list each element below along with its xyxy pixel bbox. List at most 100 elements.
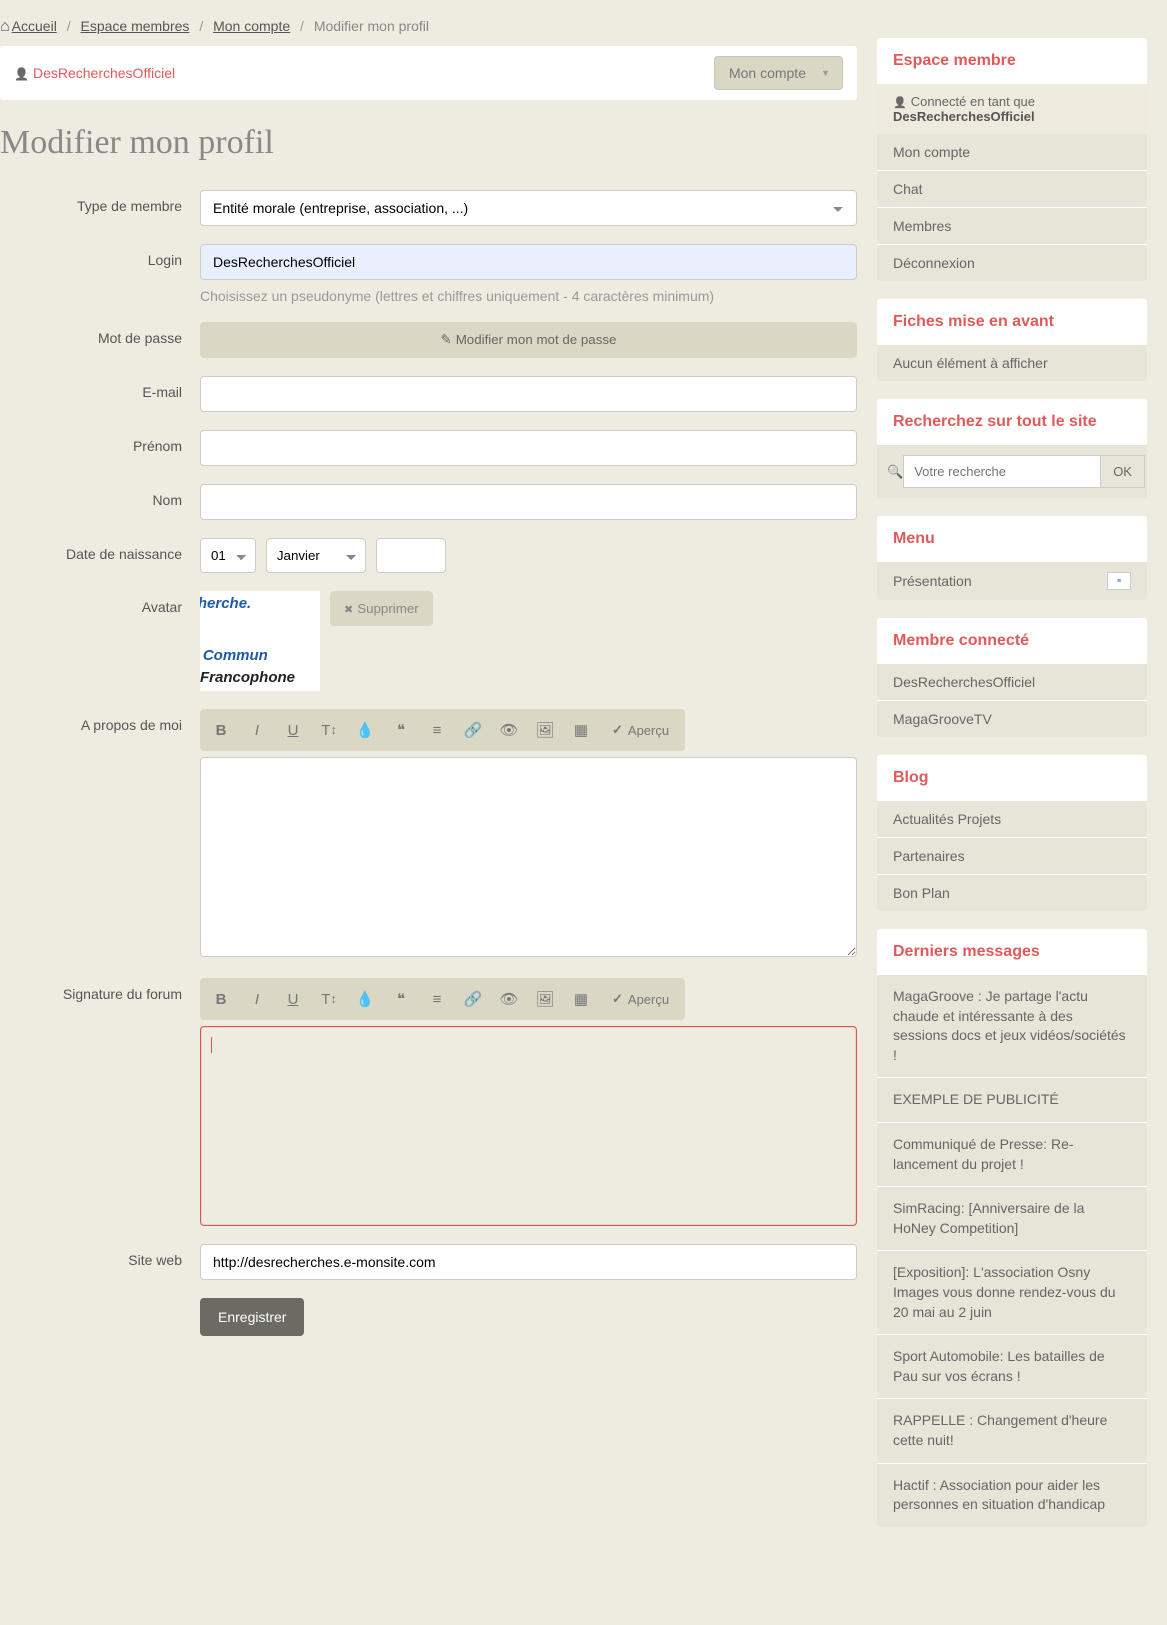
birth-day-select[interactable]: 01 xyxy=(200,538,256,573)
birth-year-input[interactable] xyxy=(376,538,446,573)
message-item[interactable]: Sport Automobile: Les batailles de Pau s… xyxy=(877,1335,1147,1399)
menu-badge-icon: ≡ xyxy=(1107,572,1131,590)
blog-title: Blog xyxy=(877,755,1147,801)
quote-button[interactable]: ❝ xyxy=(384,713,418,747)
align-button[interactable]: ≡ xyxy=(420,982,454,1016)
link-button[interactable]: 🔗 xyxy=(456,713,490,747)
sidebar-item-logout[interactable]: Déconnexion xyxy=(877,245,1147,281)
bold-button[interactable]: B xyxy=(204,982,238,1016)
breadcrumb-home[interactable]: Accueil xyxy=(12,18,57,34)
espace-membre-panel: Espace membre Connecté en tant que DesRe… xyxy=(877,38,1147,281)
image-button[interactable]: 🖼 xyxy=(528,982,562,1016)
signature-label: Signature du forum xyxy=(0,978,200,1002)
page-title: Modifier mon profil xyxy=(0,124,857,162)
menu-panel: Menu Présentation ≡ xyxy=(877,516,1147,600)
account-dropdown[interactable]: Mon compte xyxy=(714,56,843,90)
hide-button[interactable]: 👁 xyxy=(492,713,526,747)
pencil-icon xyxy=(441,332,456,347)
blog-panel: Blog Actualités Projets Partenaires Bon … xyxy=(877,755,1147,911)
text-size-button[interactable]: T↕ xyxy=(312,982,346,1016)
connected-panel: Membre connecté DesRecherchesOfficiel Ma… xyxy=(877,618,1147,737)
about-toolbar: B I U T↕ 💧 ❝ ≡ 🔗 👁 🖼 ▦ Aperçu xyxy=(200,709,685,751)
website-input[interactable] xyxy=(200,1244,857,1280)
image-button[interactable]: 🖼 xyxy=(528,713,562,747)
italic-button[interactable]: I xyxy=(240,982,274,1016)
blog-item[interactable]: Partenaires xyxy=(877,838,1147,875)
search-input[interactable] xyxy=(903,455,1100,488)
birthdate-label: Date de naissance xyxy=(0,538,200,562)
userbar-username[interactable]: DesRecherchesOfficiel xyxy=(33,65,175,81)
breadcrumb-account[interactable]: Mon compte xyxy=(213,18,290,34)
close-icon xyxy=(344,601,357,616)
espace-title: Espace membre xyxy=(877,38,1147,84)
search-button[interactable]: OK xyxy=(1100,455,1145,488)
signature-toolbar: B I U T↕ 💧 ❝ ≡ 🔗 👁 🖼 ▦ Aperçu xyxy=(200,978,685,1020)
connected-member[interactable]: DesRecherchesOfficiel xyxy=(877,664,1147,701)
about-label: A propos de moi xyxy=(0,709,200,733)
about-textarea[interactable] xyxy=(200,757,857,957)
link-button[interactable]: 🔗 xyxy=(456,982,490,1016)
firstname-label: Prénom xyxy=(0,430,200,454)
change-password-button[interactable]: Modifier mon mot de passe xyxy=(200,322,857,358)
avatar-image: sRecherche. ail Commun Francophone xyxy=(200,591,320,691)
lastname-input[interactable] xyxy=(200,484,857,520)
underline-button[interactable]: U xyxy=(276,713,310,747)
messages-title: Derniers messages xyxy=(877,929,1147,975)
quote-button[interactable]: ❝ xyxy=(384,982,418,1016)
website-label: Site web xyxy=(0,1244,200,1268)
menu-title: Menu xyxy=(877,516,1147,562)
menu-item-presentation[interactable]: Présentation ≡ xyxy=(877,562,1147,600)
member-type-label: Type de membre xyxy=(0,190,200,214)
user-icon xyxy=(893,94,911,109)
connected-username: DesRecherchesOfficiel xyxy=(893,109,1035,124)
blog-item[interactable]: Bon Plan xyxy=(877,875,1147,911)
video-button[interactable]: ▦ xyxy=(564,713,598,747)
signature-textarea[interactable] xyxy=(200,1026,857,1226)
fiches-title: Fiches mise en avant xyxy=(877,299,1147,345)
home-icon xyxy=(0,18,12,34)
message-item[interactable]: EXEMPLE DE PUBLICITÉ xyxy=(877,1078,1147,1123)
password-label: Mot de passe xyxy=(0,322,200,346)
message-item[interactable]: [Exposition]: L'association Osny Images … xyxy=(877,1251,1147,1335)
preview-button[interactable]: Aperçu xyxy=(600,713,681,747)
search-title: Recherchez sur tout le site xyxy=(877,399,1147,445)
breadcrumb-members[interactable]: Espace membres xyxy=(80,18,189,34)
birth-month-select[interactable]: Janvier xyxy=(266,538,366,573)
login-input[interactable] xyxy=(200,244,857,280)
video-button[interactable]: ▦ xyxy=(564,982,598,1016)
text-size-button[interactable]: T↕ xyxy=(312,713,346,747)
avatar-label: Avatar xyxy=(0,591,200,615)
underline-button[interactable]: U xyxy=(276,982,310,1016)
firstname-input[interactable] xyxy=(200,430,857,466)
align-button[interactable]: ≡ xyxy=(420,713,454,747)
message-item[interactable]: MagaGroove : Je partage l'actu chaude et… xyxy=(877,975,1147,1078)
lastname-label: Nom xyxy=(0,484,200,508)
messages-panel: Derniers messages MagaGroove : Je partag… xyxy=(877,929,1147,1527)
member-type-select[interactable]: Entité morale (entreprise, association, … xyxy=(200,190,857,226)
submit-button[interactable]: Enregistrer xyxy=(200,1298,304,1336)
fiches-empty: Aucun élément à afficher xyxy=(877,345,1147,381)
blog-item[interactable]: Actualités Projets xyxy=(877,801,1147,838)
sidebar-item-account[interactable]: Mon compte xyxy=(877,134,1147,171)
sidebar-item-chat[interactable]: Chat xyxy=(877,171,1147,208)
message-item[interactable]: Communiqué de Presse: Re-lancement du pr… xyxy=(877,1123,1147,1187)
preview-button[interactable]: Aperçu xyxy=(600,982,681,1016)
color-button[interactable]: 💧 xyxy=(348,713,382,747)
email-label: E-mail xyxy=(0,376,200,400)
email-input[interactable] xyxy=(200,376,857,412)
color-button[interactable]: 💧 xyxy=(348,982,382,1016)
italic-button[interactable]: I xyxy=(240,713,274,747)
connected-member[interactable]: MagaGrooveTV xyxy=(877,701,1147,737)
delete-avatar-button[interactable]: Supprimer xyxy=(330,591,433,626)
search-panel: Recherchez sur tout le site OK xyxy=(877,399,1147,498)
sidebar-item-members[interactable]: Membres xyxy=(877,208,1147,245)
connected-title: Membre connecté xyxy=(877,618,1147,664)
message-item[interactable]: SimRacing: [Anniversaire de la HoNey Com… xyxy=(877,1187,1147,1251)
fiches-panel: Fiches mise en avant Aucun élément à aff… xyxy=(877,299,1147,381)
bold-button[interactable]: B xyxy=(204,713,238,747)
hide-button[interactable]: 👁 xyxy=(492,982,526,1016)
message-item[interactable]: RAPPELLE : Changement d'heure cette nuit… xyxy=(877,1399,1147,1463)
message-item[interactable]: Hactif : Association pour aider les pers… xyxy=(877,1464,1147,1527)
user-bar: DesRecherchesOfficiel Mon compte xyxy=(0,46,857,100)
check-icon xyxy=(612,991,628,1007)
